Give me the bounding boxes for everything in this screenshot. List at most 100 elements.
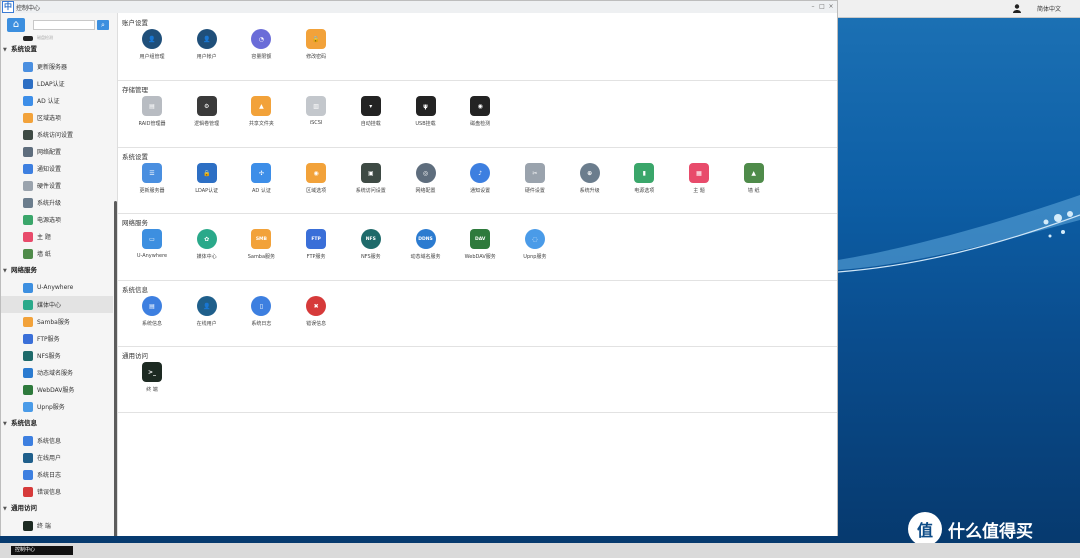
- sidebar-scrollbar[interactable]: [114, 201, 117, 536]
- tile-user-group[interactable]: 👤 用户组管理: [125, 29, 179, 60]
- tile-hardware[interactable]: ✂ 硬件设置: [508, 163, 562, 194]
- sidebar-category[interactable]: ▼ 通用访问: [1, 500, 113, 517]
- tile-quota[interactable]: ◔ 容量限额: [234, 29, 288, 60]
- sidebar-item[interactable]: Samba服务: [1, 313, 113, 330]
- tile-theme[interactable]: ▦ 主 题: [672, 163, 726, 194]
- tile-upnp[interactable]: ◌ Upnp服务: [508, 229, 562, 260]
- sidebar-item[interactable]: 系统访问设置: [1, 126, 113, 143]
- sidebar-item[interactable]: 更新服务器: [1, 58, 113, 75]
- samba-icon: SMB: [251, 229, 272, 249]
- tile-user-account[interactable]: 👤 用户帐户: [180, 29, 234, 60]
- tile-ftp[interactable]: FTP FTP服务: [289, 229, 343, 260]
- sidebar-item[interactable]: 媒体中心: [1, 296, 113, 313]
- tile-network[interactable]: ◎ 网络配置: [399, 163, 453, 194]
- error-icon: [23, 486, 33, 497]
- sidebar-item[interactable]: 系统信息: [1, 432, 113, 449]
- tile-power[interactable]: ▮ 电源选项: [617, 163, 671, 194]
- sidebar-item[interactable]: LDAP认证: [1, 75, 113, 92]
- tile-share-folder[interactable]: ▲ 共享文件夹: [234, 96, 288, 127]
- caret-down-icon: ▼: [3, 421, 7, 427]
- wallpaper-icon: [23, 248, 33, 259]
- tile-ldap[interactable]: 🔒 LDAP认证: [180, 163, 234, 194]
- sidebar-item[interactable]: 在线用户: [1, 449, 113, 466]
- tile-label: 系统日志: [251, 321, 272, 327]
- sidebar-item[interactable]: 区域选项: [1, 109, 113, 126]
- language-switch[interactable]: 简体中文: [1037, 4, 1061, 13]
- automount-icon: ▾: [360, 96, 381, 116]
- sidebar-item[interactable]: 系统升级: [1, 194, 113, 211]
- search-input[interactable]: [33, 20, 95, 30]
- sidebar-item[interactable]: 错误信息: [1, 483, 113, 500]
- tile-nfs[interactable]: NFS NFS服务: [344, 229, 398, 260]
- tile-raid[interactable]: ▤ RAID管理器: [125, 96, 179, 127]
- ftp-icon: FTP: [306, 229, 327, 249]
- error-icon: ✖: [306, 296, 327, 316]
- tile-media[interactable]: ✿ 媒体中心: [180, 229, 234, 260]
- ad-icon: [23, 95, 33, 106]
- tile-bell[interactable]: ♪ 通知设置: [453, 163, 507, 194]
- tile-upgrade[interactable]: ⊕ 系统升级: [563, 163, 617, 194]
- tile-lvm[interactable]: ⚙ 逻辑卷管理: [180, 96, 234, 127]
- tile-error[interactable]: ✖ 错误信息: [289, 296, 343, 327]
- tile-ad[interactable]: ✣ AD 认证: [234, 163, 288, 194]
- tile-ddns[interactable]: DDNS 动态域名服务: [399, 229, 453, 260]
- sidebar-item[interactable]: FTP服务: [1, 330, 113, 347]
- search-icon[interactable]: ⌕: [97, 20, 109, 30]
- sidebar-item[interactable]: 系统日志: [1, 466, 113, 483]
- sidebar-item[interactable]: 动态域名服务: [1, 364, 113, 381]
- sidebar-item[interactable]: WebDAV服务: [1, 381, 113, 398]
- sidebar-item[interactable]: 终 端: [1, 517, 113, 534]
- tile-disk-check[interactable]: ◉ 磁盘检测: [453, 96, 507, 127]
- minimize-icon[interactable]: –: [809, 3, 817, 10]
- home-button[interactable]: ⌂: [7, 18, 25, 32]
- tile-server[interactable]: ☰ 更新服务器: [125, 163, 179, 194]
- sidebar-item[interactable]: U-Anywhere: [1, 279, 113, 296]
- sidebar-item-label: 网络配置: [37, 149, 62, 156]
- tile-iscsi[interactable]: ▥ iSCSI: [289, 96, 343, 126]
- sidebar-item[interactable]: 电源选项: [1, 211, 113, 228]
- sidebar-item[interactable]: 网络配置: [1, 143, 113, 160]
- tile-wallpaper[interactable]: ▲ 墙 纸: [727, 163, 781, 194]
- sidebar-item-partial[interactable]: 磁盘检测: [1, 33, 113, 41]
- maximize-icon[interactable]: □: [818, 3, 826, 10]
- section-panel: 系统信息 ▤ 系统信息 👤 在线用户 ▯ 系统日志 ✖ 错误信息: [118, 280, 837, 347]
- tile-online-user[interactable]: 👤 在线用户: [180, 296, 234, 327]
- tile-info[interactable]: ▤ 系统信息: [125, 296, 179, 327]
- tile-u-anywhere[interactable]: ▭ U-Anywhere: [125, 229, 179, 259]
- tile-automount[interactable]: ▾ 自动挂载: [344, 96, 398, 127]
- ftp-icon: [23, 333, 33, 344]
- tile-lock[interactable]: 🔒 修改密码: [289, 29, 343, 60]
- sidebar-item[interactable]: AD 认证: [1, 92, 113, 109]
- samba-icon: [23, 316, 33, 327]
- tile-webdav[interactable]: DAV WebDAV服务: [453, 229, 507, 260]
- hardware-icon: [23, 180, 33, 191]
- sidebar-category[interactable]: ▼ 系统设置: [1, 41, 113, 58]
- sidebar-item[interactable]: 通知设置: [1, 160, 113, 177]
- sidebar-item[interactable]: Upnp服务: [1, 398, 113, 415]
- sidebar-item[interactable]: 墙 纸: [1, 245, 113, 262]
- user-icon[interactable]: [1013, 4, 1021, 13]
- taskbar: 控制中心: [0, 543, 1080, 558]
- tile-label: 硬件设置: [524, 188, 545, 194]
- sidebar-item[interactable]: 主 题: [1, 228, 113, 245]
- taskbar-item-control-center[interactable]: 控制中心: [11, 546, 73, 555]
- media-icon: [23, 299, 33, 310]
- network-icon: [23, 146, 33, 157]
- sidebar-item-label: 错误信息: [37, 489, 62, 496]
- tile-terminal[interactable]: >_ 终 端: [125, 362, 179, 393]
- sidebar-item[interactable]: 硬件设置: [1, 177, 113, 194]
- tile-label: USB挂载: [415, 121, 436, 127]
- sidebar-category[interactable]: ▼ 网络服务: [1, 262, 113, 279]
- tile-usb[interactable]: ψ USB挂载: [399, 96, 453, 127]
- tile-label: 容量限额: [251, 54, 272, 60]
- tile-region[interactable]: ◉ 区域选项: [289, 163, 343, 194]
- tile-access[interactable]: ▣ 系统访问设置: [344, 163, 398, 194]
- close-icon[interactable]: ×: [827, 3, 835, 10]
- sidebar-header: ⌂ ⌕: [1, 13, 117, 35]
- sidebar-item[interactable]: NFS服务: [1, 347, 113, 364]
- tile-label: Samba服务: [247, 254, 276, 260]
- sidebar-category[interactable]: ▼ 系统信息: [1, 415, 113, 432]
- tile-samba[interactable]: SMB Samba服务: [234, 229, 288, 260]
- tile-log[interactable]: ▯ 系统日志: [234, 296, 288, 327]
- lvm-icon: ⚙: [196, 96, 217, 116]
